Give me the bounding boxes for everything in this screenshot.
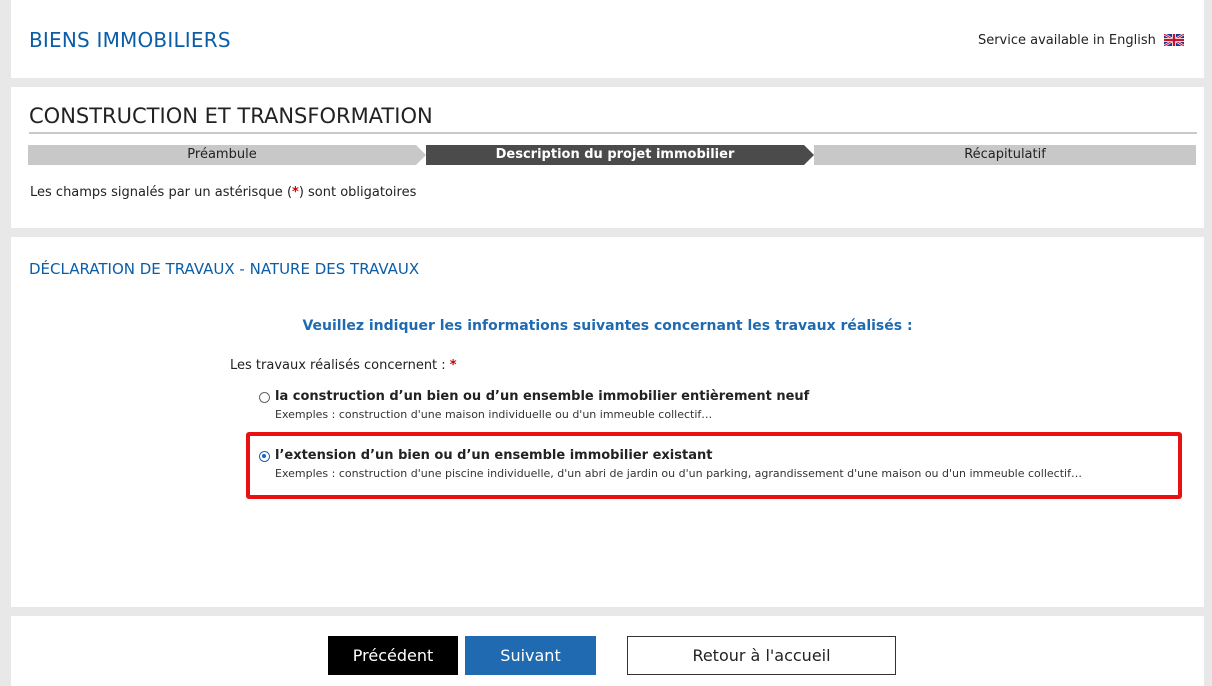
step-preambule: Préambule xyxy=(28,145,416,165)
section-panel: CONSTRUCTION ET TRANSFORMATION Préambule… xyxy=(11,87,1204,228)
home-button[interactable]: Retour à l'accueil xyxy=(627,636,896,675)
option-extension-label[interactable]: l’extension d’un bien ou d’un ensemble i… xyxy=(275,448,712,463)
required-fields-note: Les champs signalés par un astérisque (*… xyxy=(30,185,416,200)
selected-option-highlight xyxy=(246,432,1182,499)
required-note-prefix: Les champs signalés par un astérisque ( xyxy=(30,185,293,200)
radio-extension[interactable] xyxy=(259,451,270,462)
form-instructions: Veuillez indiquer les informations suiva… xyxy=(302,318,913,334)
next-button[interactable]: Suivant xyxy=(465,636,596,675)
step-recapitulatif: Récapitulatif xyxy=(814,145,1196,165)
header-panel: BIENS IMMOBILIERS Service available in E… xyxy=(11,0,1204,78)
required-asterisk: * xyxy=(449,358,457,373)
navigation-panel: Précédent Suivant Retour à l'accueil xyxy=(11,616,1204,686)
required-note-suffix: ) sont obligatoires xyxy=(298,185,417,200)
option-new-construction-label[interactable]: la construction d’un bien ou d’un ensemb… xyxy=(275,389,809,404)
english-service-link[interactable]: Service available in English xyxy=(977,32,1185,50)
form-subtitle: DÉCLARATION DE TRAVAUX - NATURE DES TRAV… xyxy=(29,260,420,278)
previous-button[interactable]: Précédent xyxy=(328,636,458,675)
step-description: Description du projet immobilier xyxy=(426,145,804,165)
english-service-link-label: Service available in English xyxy=(977,33,1156,48)
uk-flag-icon xyxy=(1163,32,1185,50)
form-panel: DÉCLARATION DE TRAVAUX - NATURE DES TRAV… xyxy=(11,237,1204,607)
option-extension-example: Exemples : construction d'une piscine in… xyxy=(275,467,1082,480)
app-title: BIENS IMMOBILIERS xyxy=(29,28,231,52)
progress-stepper: Préambule Description du projet immobili… xyxy=(28,145,1196,165)
section-title: CONSTRUCTION ET TRANSFORMATION xyxy=(29,104,1197,134)
works-question: Les travaux réalisés concernent : * xyxy=(230,358,457,373)
step-separator-arrow xyxy=(804,145,814,165)
works-question-label: Les travaux réalisés concernent : xyxy=(230,358,450,373)
option-new-construction-example: Exemples : construction d'une maison ind… xyxy=(275,408,713,421)
radio-new-construction[interactable] xyxy=(259,392,270,403)
required-asterisk: * xyxy=(292,185,299,200)
